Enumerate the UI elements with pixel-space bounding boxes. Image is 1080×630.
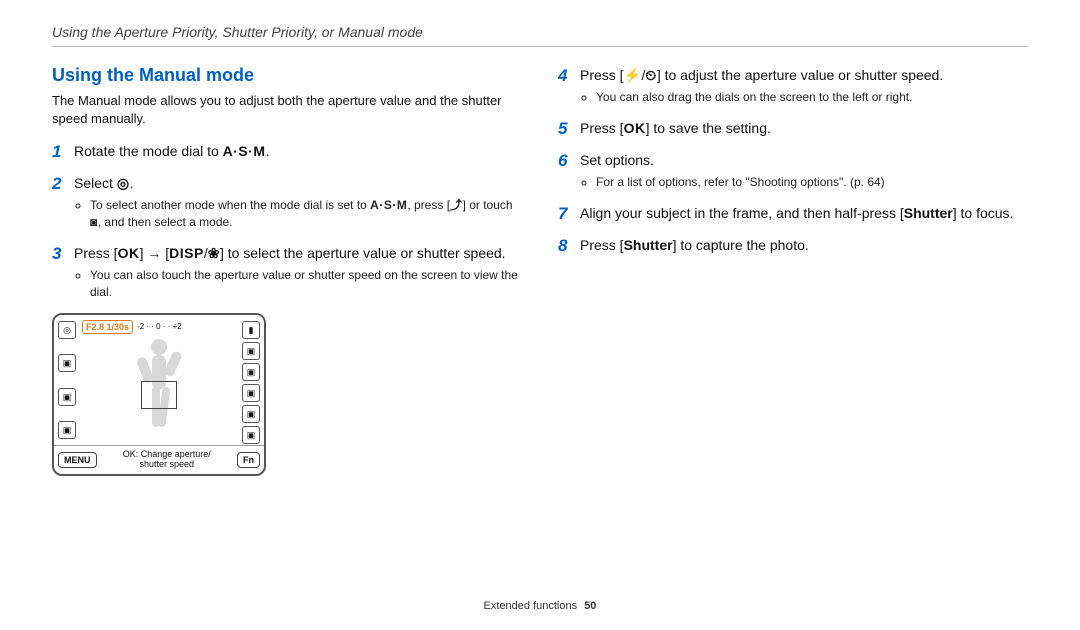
right-column: 4 Press [⚡/⏲] to adjust the aperture val… [558,65,1028,476]
intro-text: The Manual mode allows you to adjust bot… [52,92,522,127]
step-number: 2 [52,173,74,195]
step-text: . [130,175,134,191]
footer-section: Extended functions [484,600,578,612]
shutter-label: Shutter [904,205,953,221]
lcd-menu-button: MENU [58,452,97,468]
lcd-right-icons: ▮ ▣ ▣ ▣ ▣ ▣ [242,321,260,439]
step-2: 2 Select ◎. To select another mode when … [52,173,522,233]
step-number: 5 [558,118,580,140]
lcd-left-icons: ◎ ▣ ▣ ▣ [58,321,76,439]
step-text: Set options. [580,152,654,168]
running-head: Using the Aperture Priority, Shutter Pri… [52,24,1028,40]
step-6: 6 Set options. For a list of options, re… [558,150,1028,193]
ok-icon: OK [118,243,140,263]
step-3: 3 Press [OK] → [DISP/❀] to select the ap… [52,243,522,303]
page-title: Using the Manual mode [52,65,522,86]
camera-icon: ◙ [90,214,98,231]
shutter-label: Shutter [624,237,673,253]
lcd-icon: ▣ [242,426,260,444]
lcd-icon: ▮ [242,321,260,339]
divider [52,46,1028,47]
lcd-exposure: F2.8 1/30s [82,320,133,334]
left-column: Using the Manual mode The Manual mode al… [52,65,522,476]
lcd-hint: OK: Change aperture/shutter speed [101,450,234,470]
step-number: 4 [558,65,580,87]
step-5: 5 Press [OK] to save the setting. [558,118,1028,140]
asm-icon: A·S·M [370,197,407,214]
step-7: 7 Align your subject in the frame, and t… [558,203,1028,225]
return-icon: ⤴ [450,197,463,214]
ok-icon: OK [624,118,646,138]
camera-lcd-illustration: ◎ ▣ ▣ ▣ ▮ ▣ ▣ ▣ ▣ ▣ F2.8 1/30s [52,313,266,476]
lcd-fn-button: Fn [237,452,260,468]
step-text: Select [74,175,117,191]
step-2-note: To select another mode when the mode dia… [90,197,522,231]
lcd-icon: ◎ [58,321,76,339]
step-number: 1 [52,141,74,163]
step-number: 7 [558,203,580,225]
step-number: 3 [52,243,74,265]
step-8: 8 Press [Shutter] to capture the photo. [558,235,1028,257]
step-text: . [266,143,270,159]
macro-icon: ❀ [208,243,220,263]
step-3-note: You can also touch the aperture value or… [90,267,522,301]
lcd-ev-scale: -2 · · 0 · · +2 [137,322,182,331]
lcd-icon: ▣ [242,384,260,402]
lcd-icon: ▣ [58,421,76,439]
lcd-icon: ▣ [58,388,76,406]
step-text: Rotate the mode dial to [74,143,223,159]
lcd-icon: ▣ [58,354,76,372]
step-number: 6 [558,150,580,172]
flash-icon: ⚡ [624,65,642,85]
timer-icon: ⏲ [645,65,656,85]
mode-icon: ◎ [117,173,130,193]
step-number: 8 [558,235,580,257]
step-4: 4 Press [⚡/⏲] to adjust the aperture val… [558,65,1028,108]
asm-icon: A·S·M [223,141,266,161]
lcd-icon: ▣ [242,363,260,381]
lcd-af-frame [141,381,177,409]
step-1: 1 Rotate the mode dial to A·S·M. [52,141,522,163]
lcd-icon: ▣ [242,342,260,360]
disp-icon: DISP [169,243,204,263]
step-text: Press [ [74,245,118,261]
page-footer: Extended functions 50 [0,600,1080,612]
footer-page-number: 50 [584,600,596,612]
step-6-note: For a list of options, refer to "Shootin… [596,174,885,191]
step-4-note: You can also drag the dials on the scree… [596,89,943,106]
lcd-icon: ▣ [242,405,260,423]
